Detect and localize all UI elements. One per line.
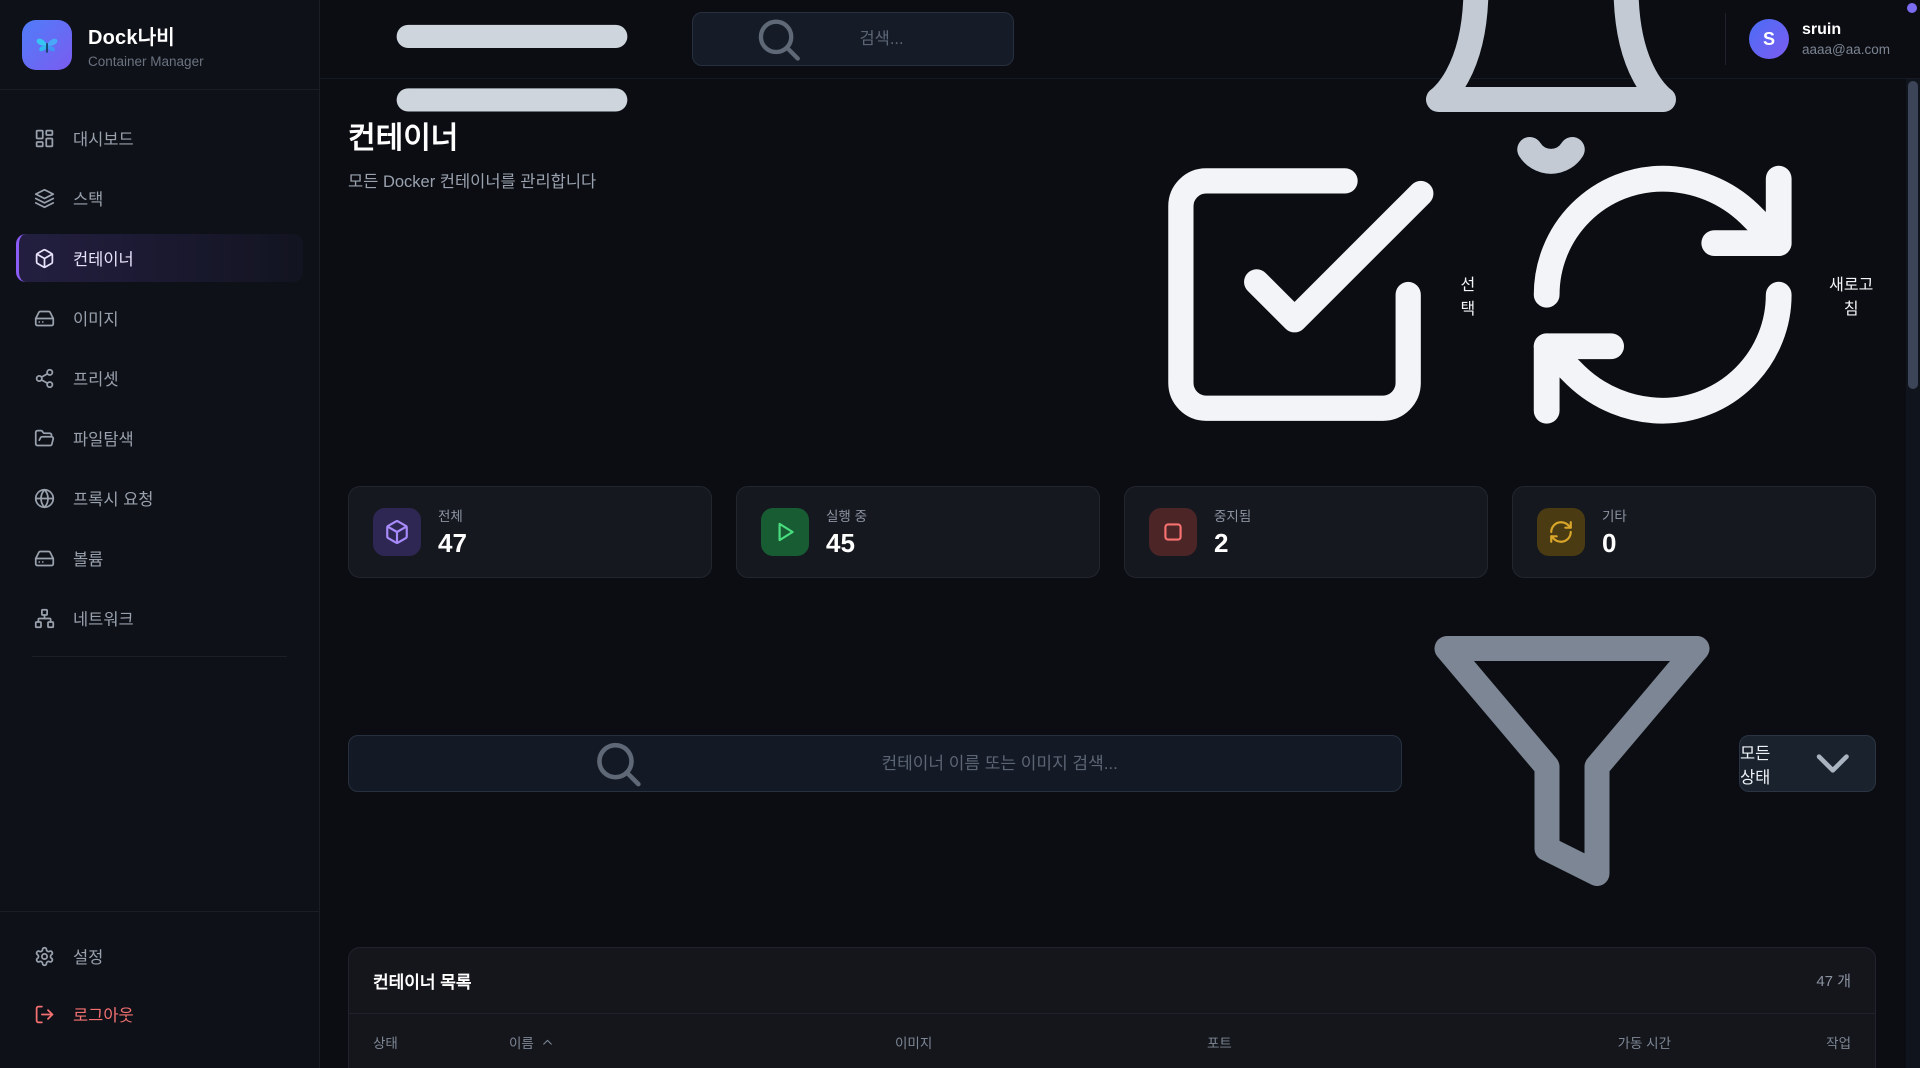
sidebar-item-네트워크[interactable]: 네트워크 bbox=[16, 594, 303, 642]
table-count: 47 개 bbox=[1816, 970, 1851, 991]
stat-card-전체: 전체 47 bbox=[348, 486, 712, 578]
sidebar-item-label: 로그아웃 bbox=[73, 1002, 134, 1026]
sidebar-item-label: 프리셋 bbox=[73, 366, 119, 390]
sidebar-item-label: 볼륨 bbox=[73, 546, 103, 570]
col-image[interactable]: 이미지 bbox=[895, 1032, 1207, 1052]
share-icon bbox=[34, 368, 55, 389]
folder-open-icon bbox=[34, 428, 55, 449]
sidebar-footer: 설정 로그아웃 bbox=[0, 911, 319, 1068]
sidebar-item-스택[interactable]: 스택 bbox=[16, 174, 303, 222]
user-email: aaaa@aa.com bbox=[1802, 42, 1890, 57]
globe-icon bbox=[34, 488, 55, 509]
status-filter-dropdown[interactable]: 모든 상태 bbox=[1739, 735, 1876, 792]
col-name[interactable]: 이름 bbox=[509, 1032, 895, 1052]
global-search-input[interactable] bbox=[859, 30, 996, 49]
sidebar-item-label: 이미지 bbox=[73, 306, 119, 330]
col-ports[interactable]: 포트 bbox=[1207, 1032, 1511, 1052]
col-status[interactable]: 상태 bbox=[373, 1032, 509, 1052]
stat-card-중지됨: 중지됨 2 bbox=[1124, 486, 1488, 578]
stat-card-기타: 기타 0 bbox=[1512, 486, 1876, 578]
sidebar-item-파일탐색[interactable]: 파일탐색 bbox=[16, 414, 303, 462]
nav-divider bbox=[32, 656, 287, 657]
cube-icon bbox=[373, 508, 421, 556]
filter-funnel-icon[interactable] bbox=[1422, 611, 1722, 916]
table-title: 컨테이너 목록 bbox=[373, 968, 472, 993]
stat-label: 중지됨 bbox=[1214, 505, 1251, 525]
container-search-input[interactable] bbox=[882, 754, 1384, 774]
sidebar-item-label: 대시보드 bbox=[73, 126, 134, 150]
sidebar-item-프리셋[interactable]: 프리셋 bbox=[16, 354, 303, 402]
topbar-right: S sruin aaaa@aa.com bbox=[1401, 0, 1920, 192]
table-column-headers: 상태 이름 이미지 포트 가동 시간 작업 bbox=[349, 1014, 1875, 1068]
status-filter-value: 모든 상태 bbox=[1740, 740, 1780, 788]
col-uptime[interactable]: 가동 시간 bbox=[1511, 1032, 1671, 1052]
sidebar-item-프록시 요청[interactable]: 프록시 요청 bbox=[16, 474, 303, 522]
sidebar-item-label: 설정 bbox=[73, 944, 103, 968]
global-search[interactable] bbox=[692, 12, 1014, 66]
select-button-label: 선택 bbox=[1455, 271, 1481, 319]
drive-icon bbox=[34, 308, 55, 329]
layers-icon bbox=[34, 188, 55, 209]
app-titles: Dock나비 Container Manager bbox=[88, 21, 204, 69]
logout-icon bbox=[34, 1004, 55, 1025]
stat-label: 전체 bbox=[438, 505, 467, 525]
stat-label: 실행 중 bbox=[826, 505, 867, 525]
app-window: Dock나비 Container Manager 대시보드 스택 컨테이너 이미… bbox=[0, 0, 1920, 1068]
container-list-card: 컨테이너 목록 47 개 상태 이름 이미지 포트 가동 시간 작업 runni… bbox=[348, 947, 1876, 1068]
user-name: sruin bbox=[1802, 21, 1890, 39]
sidebar-item-볼륨[interactable]: 볼륨 bbox=[16, 534, 303, 582]
filter-row: 모든 상태 bbox=[348, 611, 1876, 916]
network-icon bbox=[34, 608, 55, 629]
user-meta: sruin aaaa@aa.com bbox=[1802, 21, 1890, 57]
app-brand: Dock나비 Container Manager bbox=[0, 0, 319, 90]
sidebar-item-label: 컨테이너 bbox=[73, 246, 134, 270]
bell-icon[interactable] bbox=[1401, 0, 1701, 192]
gear-icon bbox=[34, 946, 55, 967]
main-content: 컨테이너 모든 Docker 컨테이너를 관리합니다 선택 새로고침 전체 47 bbox=[320, 79, 1920, 1068]
avatar[interactable]: S bbox=[1749, 19, 1789, 59]
refresh-button-label: 새로고침 bbox=[1826, 271, 1876, 319]
cube-icon bbox=[34, 248, 55, 269]
col-actions: 작업 bbox=[1671, 1032, 1851, 1052]
app-title: Dock나비 bbox=[88, 21, 204, 50]
play-icon bbox=[761, 508, 809, 556]
refresh-icon bbox=[1537, 508, 1585, 556]
sidebar-item-label: 스택 bbox=[73, 186, 103, 210]
butterfly-icon bbox=[22, 20, 72, 70]
dashboard-icon bbox=[34, 128, 55, 149]
sidebar-item-label: 네트워크 bbox=[73, 606, 134, 630]
topbar: S sruin aaaa@aa.com bbox=[320, 0, 1920, 79]
container-search[interactable] bbox=[348, 735, 1402, 792]
stat-value: 47 bbox=[438, 528, 467, 559]
search-icon bbox=[710, 13, 847, 65]
stats-row: 전체 47 실행 중 45 중지됨 2 기타 0 bbox=[348, 486, 1876, 578]
stat-value: 45 bbox=[826, 528, 867, 559]
sidebar-item-대시보드[interactable]: 대시보드 bbox=[16, 114, 303, 162]
scrollbar-thumb[interactable] bbox=[1908, 81, 1918, 389]
stat-card-실행 중: 실행 중 45 bbox=[736, 486, 1100, 578]
recording-indicator-dot bbox=[1907, 3, 1917, 13]
sidebar-item-로그아웃[interactable]: 로그아웃 bbox=[16, 990, 303, 1038]
stat-value: 2 bbox=[1214, 528, 1251, 559]
sidebar-nav: 대시보드 스택 컨테이너 이미지 프리셋 파일탐색 프록시 요청 볼륨 네트워크 bbox=[0, 90, 319, 911]
sidebar-item-컨테이너[interactable]: 컨테이너 bbox=[16, 234, 303, 282]
stop-square-icon bbox=[1149, 508, 1197, 556]
stat-label: 기타 bbox=[1602, 505, 1627, 525]
sidebar-item-label: 파일탐색 bbox=[73, 426, 134, 450]
search-icon bbox=[367, 736, 869, 791]
scrollbar-track[interactable] bbox=[1906, 79, 1920, 1068]
sidebar: Dock나비 Container Manager 대시보드 스택 컨테이너 이미… bbox=[0, 0, 320, 1068]
app-subtitle: Container Manager bbox=[88, 54, 204, 69]
topbar-divider bbox=[1725, 13, 1726, 65]
sidebar-item-이미지[interactable]: 이미지 bbox=[16, 294, 303, 342]
sort-asc-icon bbox=[541, 1036, 554, 1049]
stat-value: 0 bbox=[1602, 528, 1627, 559]
sidebar-item-설정[interactable]: 설정 bbox=[16, 932, 303, 980]
sidebar-item-label: 프록시 요청 bbox=[73, 486, 153, 510]
menu-icon[interactable] bbox=[362, 0, 662, 180]
chevron-down-icon bbox=[1791, 736, 1875, 791]
drive-icon bbox=[34, 548, 55, 569]
